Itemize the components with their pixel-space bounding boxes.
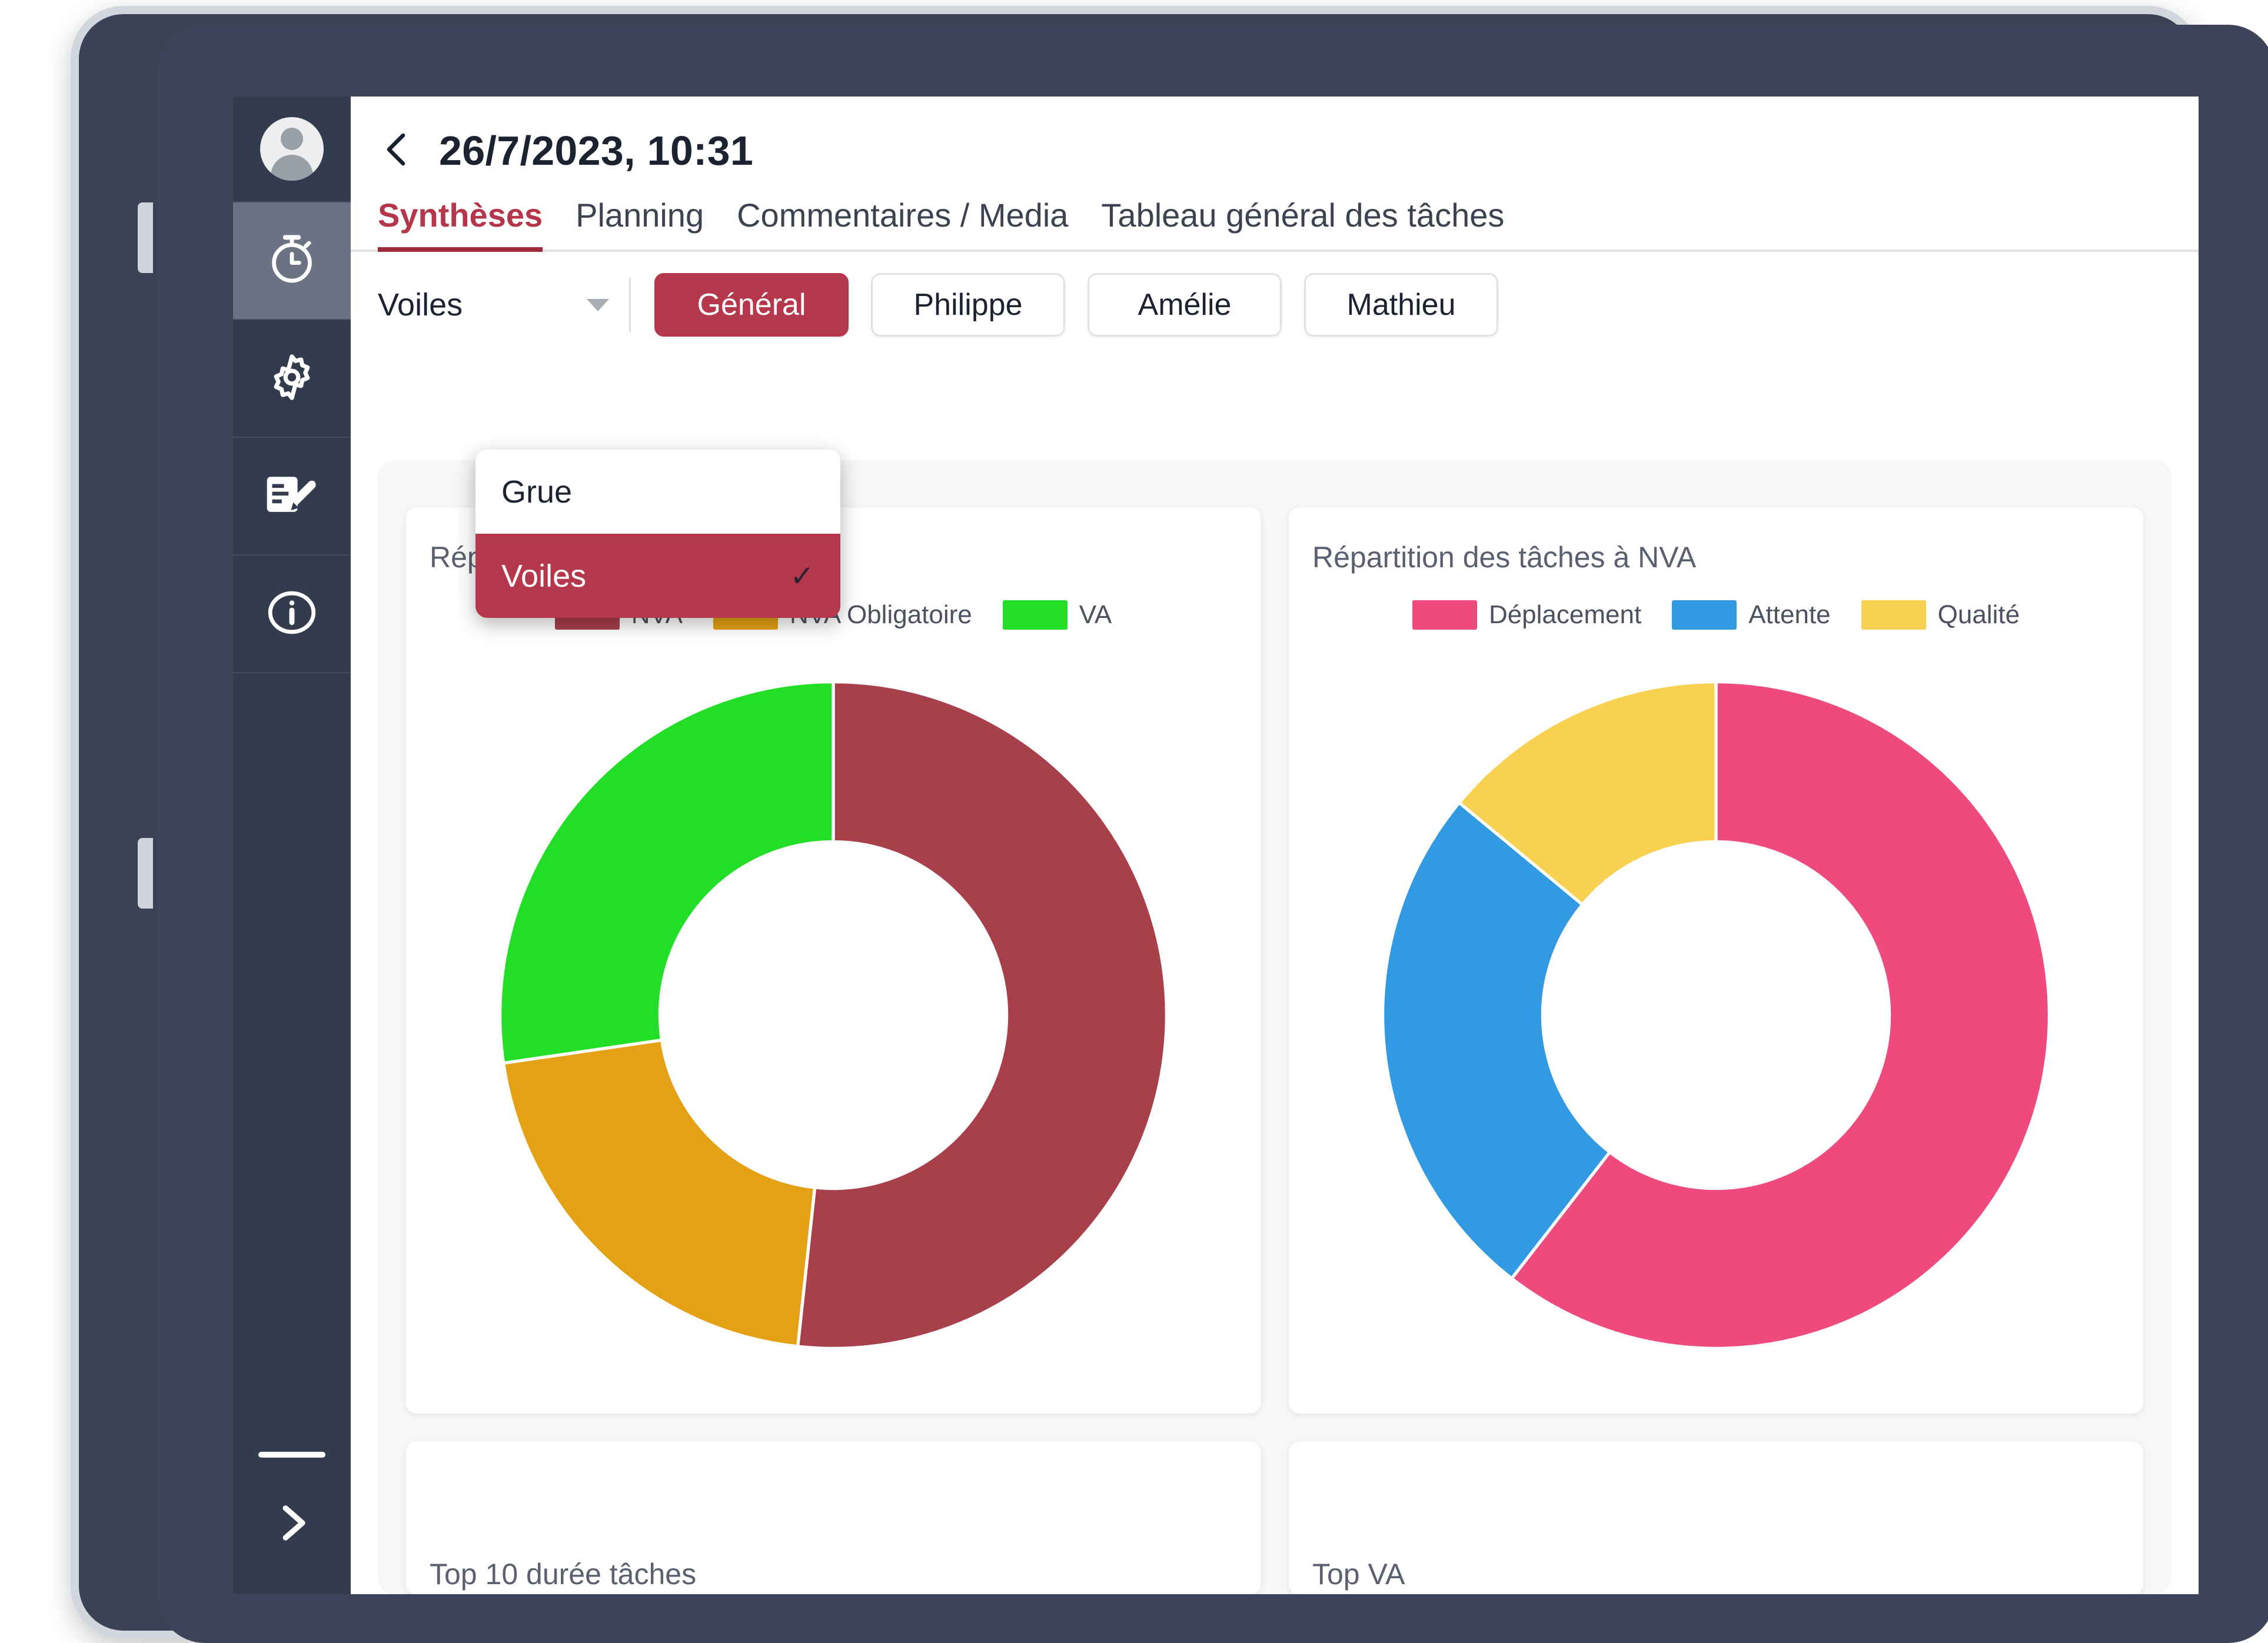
main-content: 26/7/2023, 10:31 Synthèses Planning Comm… [351,97,2199,1594]
filter-button-general[interactable]: Général [654,273,849,337]
sidebar-item-settings[interactable] [233,320,351,438]
tab-bar: Synthèses Planning Commentaires / Media … [351,182,2199,252]
dropdown-option-grue[interactable]: Grue [475,450,840,534]
tablet-device-frame: 26/7/2023, 10:31 Synthèses Planning Comm… [71,6,2201,1639]
legend-swatch-deplacement [1412,600,1477,630]
sidebar-rail [233,97,351,1594]
menu-divider [258,1452,325,1458]
filter-button-mathieu[interactable]: Mathieu [1304,273,1498,337]
tab-tableau-general-des-taches[interactable]: Tableau général des tâches [1101,196,1504,250]
card-repartition-taches: Répartition des tâches NVA NVA Obligatoi… [406,507,1261,1413]
legend-item-deplacement[interactable]: Déplacement [1412,600,1641,630]
tab-planning[interactable]: Planning [576,196,704,250]
donut-slice-va[interactable] [500,682,833,1063]
legend-label-attente: Attente [1748,600,1830,630]
tab-syntheses[interactable]: Synthèses [378,196,543,250]
page-title: 26/7/2023, 10:31 [439,127,753,174]
legend-repartition-taches-nva: Déplacement Attente Qualité [1412,600,2020,630]
back-chevron-icon[interactable] [377,128,419,174]
chart-title-repartition-taches-nva: Répartition des tâches à NVA [1312,540,1696,574]
chevron-right-icon [267,1541,317,1551]
legend-swatch-attente [1672,600,1737,630]
info-circle-icon [264,584,320,644]
edit-document-icon [262,465,321,527]
machine-select-dropdown: Grue Voiles ✓ [475,450,840,618]
app-screen: 26/7/2023, 10:31 Synthèses Planning Comm… [233,97,2199,1594]
legend-item-attente[interactable]: Attente [1672,600,1830,630]
filter-row: Voiles Général Philippe Amélie Mathieu [351,252,2199,340]
card-top-va: Top VA [1289,1442,2143,1594]
device-side-button-volume-up [138,202,153,273]
gear-icon [264,349,320,408]
legend-item-qualite[interactable]: Qualité [1861,600,2020,630]
check-icon: ✓ [790,559,814,593]
person-filter-group: Général Philippe Amélie Mathieu [654,273,1498,337]
sidebar-item-information[interactable] [233,556,351,673]
tab-commentaires-media[interactable]: Commentaires / Media [737,196,1068,250]
dashboard-panel: Répartition des tâches NVA NVA Obligatoi… [378,460,2171,1594]
donut-chart-repartition-taches-nva[interactable] [1369,668,2063,1362]
sidebar-footer [233,1418,351,1594]
donut-slice-nva[interactable] [798,682,1167,1349]
chevron-down-icon [587,299,609,311]
user-avatar-icon [260,117,324,181]
sidebar-spacer [233,673,351,1418]
sidebar-item-avatar[interactable] [233,97,351,202]
legend-item-va[interactable]: VA [1003,600,1112,630]
device-side-button-volume-down [138,838,153,909]
legend-swatch-va [1003,600,1068,630]
page-header: 26/7/2023, 10:31 [351,97,2199,179]
sidebar-expand-button[interactable] [267,1498,317,1551]
donut-wrap-left [430,647,1237,1383]
dropdown-option-voiles[interactable]: Voiles ✓ [475,534,840,618]
donut-wrap-right [1312,647,2120,1383]
stopwatch-icon [264,231,320,291]
dropdown-option-grue-label: Grue [501,474,572,510]
legend-label-qualite: Qualité [1938,600,2020,630]
card-repartition-taches-nva: Répartition des tâches à NVA Déplacement… [1289,507,2143,1413]
machine-select[interactable]: Voiles [378,278,631,332]
bottom-cards-row: Top 10 durée tâches Top VA [406,1442,2143,1594]
dropdown-option-voiles-label: Voiles [501,558,586,594]
filter-button-amelie[interactable]: Amélie [1088,273,1282,337]
card-top10-duree-taches: Top 10 durée tâches [406,1442,1261,1594]
card-title-top-va: Top VA [1312,1557,2120,1591]
legend-swatch-qualite [1861,600,1926,630]
charts-row: Répartition des tâches NVA NVA Obligatoi… [406,507,2143,1413]
machine-select-value: Voiles [378,287,463,323]
legend-label-va: VA [1079,600,1112,630]
legend-label-deplacement: Déplacement [1489,600,1641,630]
card-title-top10-duree-taches: Top 10 durée tâches [430,1557,1237,1591]
donut-slice-nva-obligatoire[interactable] [504,1040,815,1346]
donut-chart-repartition-taches[interactable] [486,668,1180,1362]
sidebar-item-task-editor[interactable] [233,438,351,556]
sidebar-item-chronometer[interactable] [233,202,351,320]
filter-button-philippe[interactable]: Philippe [871,273,1065,337]
